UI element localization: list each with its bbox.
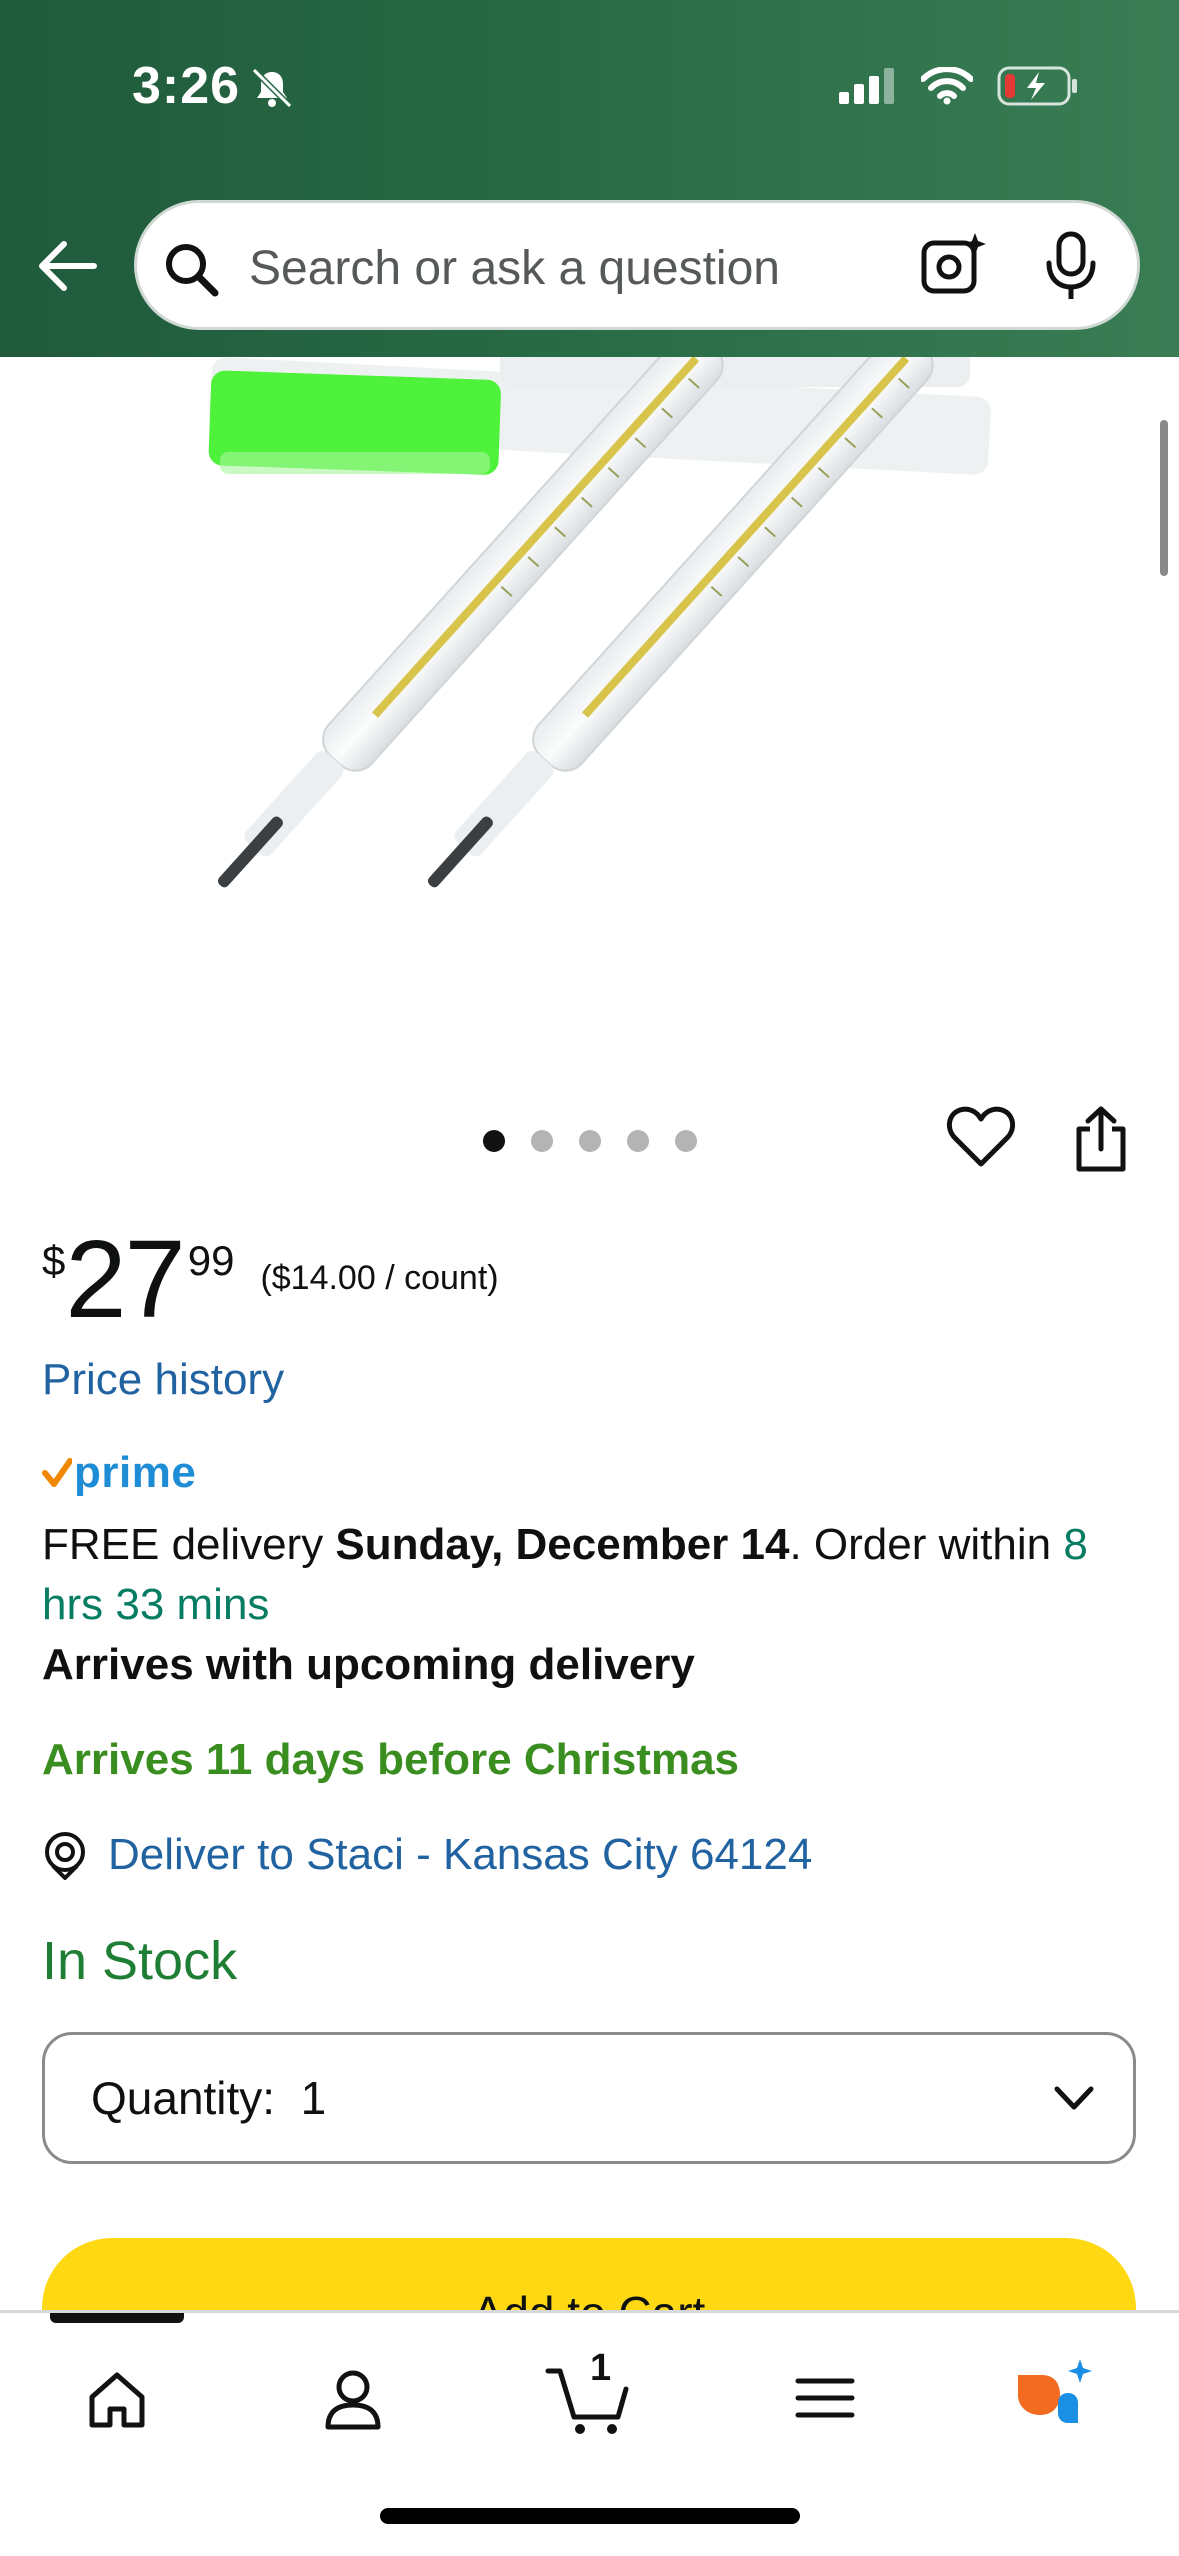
share-icon[interactable] bbox=[1073, 1105, 1129, 1173]
chevron-down-icon bbox=[1054, 2086, 1094, 2110]
wifi-icon bbox=[921, 67, 973, 105]
arrives-upcoming: Arrives with upcoming delivery bbox=[42, 1640, 695, 1689]
header-bar: 3:26 Search or ask a question bbox=[0, 0, 1179, 357]
prime-check-icon bbox=[42, 1458, 72, 1487]
price: $ 27 99 ($14.00 / count) bbox=[42, 1225, 499, 1335]
carousel-dot[interactable] bbox=[627, 1130, 649, 1152]
quantity-select[interactable]: Quantity: 1 bbox=[42, 2032, 1136, 2164]
status-icons bbox=[839, 66, 1079, 106]
home-icon[interactable] bbox=[72, 2353, 162, 2443]
carousel-dot[interactable] bbox=[675, 1130, 697, 1152]
prime-label: prime bbox=[74, 1448, 197, 1497]
battery-charging-icon bbox=[997, 66, 1077, 106]
menu-icon[interactable] bbox=[780, 2353, 870, 2443]
camera-lens-icon[interactable] bbox=[921, 231, 987, 297]
thermometer-photo bbox=[208, 357, 991, 888]
christmas-note: Arrives 11 days before Christmas bbox=[42, 1735, 740, 1784]
product-image[interactable] bbox=[0, 357, 1179, 1037]
carousel-dot[interactable] bbox=[483, 1130, 505, 1152]
rufus-assistant-icon[interactable] bbox=[1010, 2353, 1110, 2453]
search-bar[interactable]: Search or ask a question bbox=[134, 200, 1140, 330]
back-arrow-icon[interactable] bbox=[36, 238, 98, 294]
deliver-to-label[interactable]: Deliver to Staci - Kansas City 64124 bbox=[108, 1830, 812, 1880]
stock-status: In Stock bbox=[42, 1931, 238, 1991]
home-indicator[interactable] bbox=[380, 2508, 800, 2524]
status-time: 3:26 bbox=[132, 57, 241, 115]
price-whole: 27 bbox=[65, 1218, 185, 1341]
search-icon bbox=[166, 244, 219, 297]
image-carousel-dots[interactable] bbox=[483, 1130, 697, 1152]
search-input[interactable]: Search or ask a question bbox=[249, 241, 780, 296]
delivery-date: Sunday, December 14 bbox=[335, 1520, 790, 1569]
deliver-to-link[interactable]: Deliver to Staci - Kansas City 64124 bbox=[42, 1830, 812, 1880]
account-icon[interactable] bbox=[308, 2353, 398, 2443]
location-pin-icon bbox=[45, 1832, 85, 1880]
signal-icon bbox=[839, 68, 894, 104]
price-history-link[interactable]: Price history bbox=[42, 1355, 284, 1405]
silent-bell-icon bbox=[251, 67, 293, 109]
delivery-middle: . Order within bbox=[789, 1520, 1064, 1569]
scroll-indicator[interactable] bbox=[1160, 420, 1168, 576]
delivery-prefix: FREE delivery bbox=[42, 1520, 336, 1569]
microphone-icon[interactable] bbox=[1043, 231, 1099, 301]
active-tab-indicator bbox=[50, 2313, 184, 2323]
price-currency: $ bbox=[42, 1237, 66, 1284]
cart-count: 1 bbox=[590, 2347, 612, 2389]
cart-tab[interactable]: 1 bbox=[540, 2343, 640, 2443]
delivery-info: FREE delivery Sunday, December 14. Order… bbox=[42, 1515, 1152, 1635]
carousel-dot[interactable] bbox=[579, 1130, 601, 1152]
heart-icon[interactable] bbox=[946, 1104, 1016, 1170]
quantity-label: Quantity: 1 bbox=[91, 2072, 327, 2124]
unit-price: ($14.00 / count) bbox=[260, 1259, 499, 1297]
quantity-value: 1 bbox=[300, 2072, 327, 2124]
carousel-dot[interactable] bbox=[531, 1130, 553, 1152]
price-fraction: 99 bbox=[187, 1237, 235, 1284]
prime-badge: prime bbox=[42, 1448, 196, 1498]
